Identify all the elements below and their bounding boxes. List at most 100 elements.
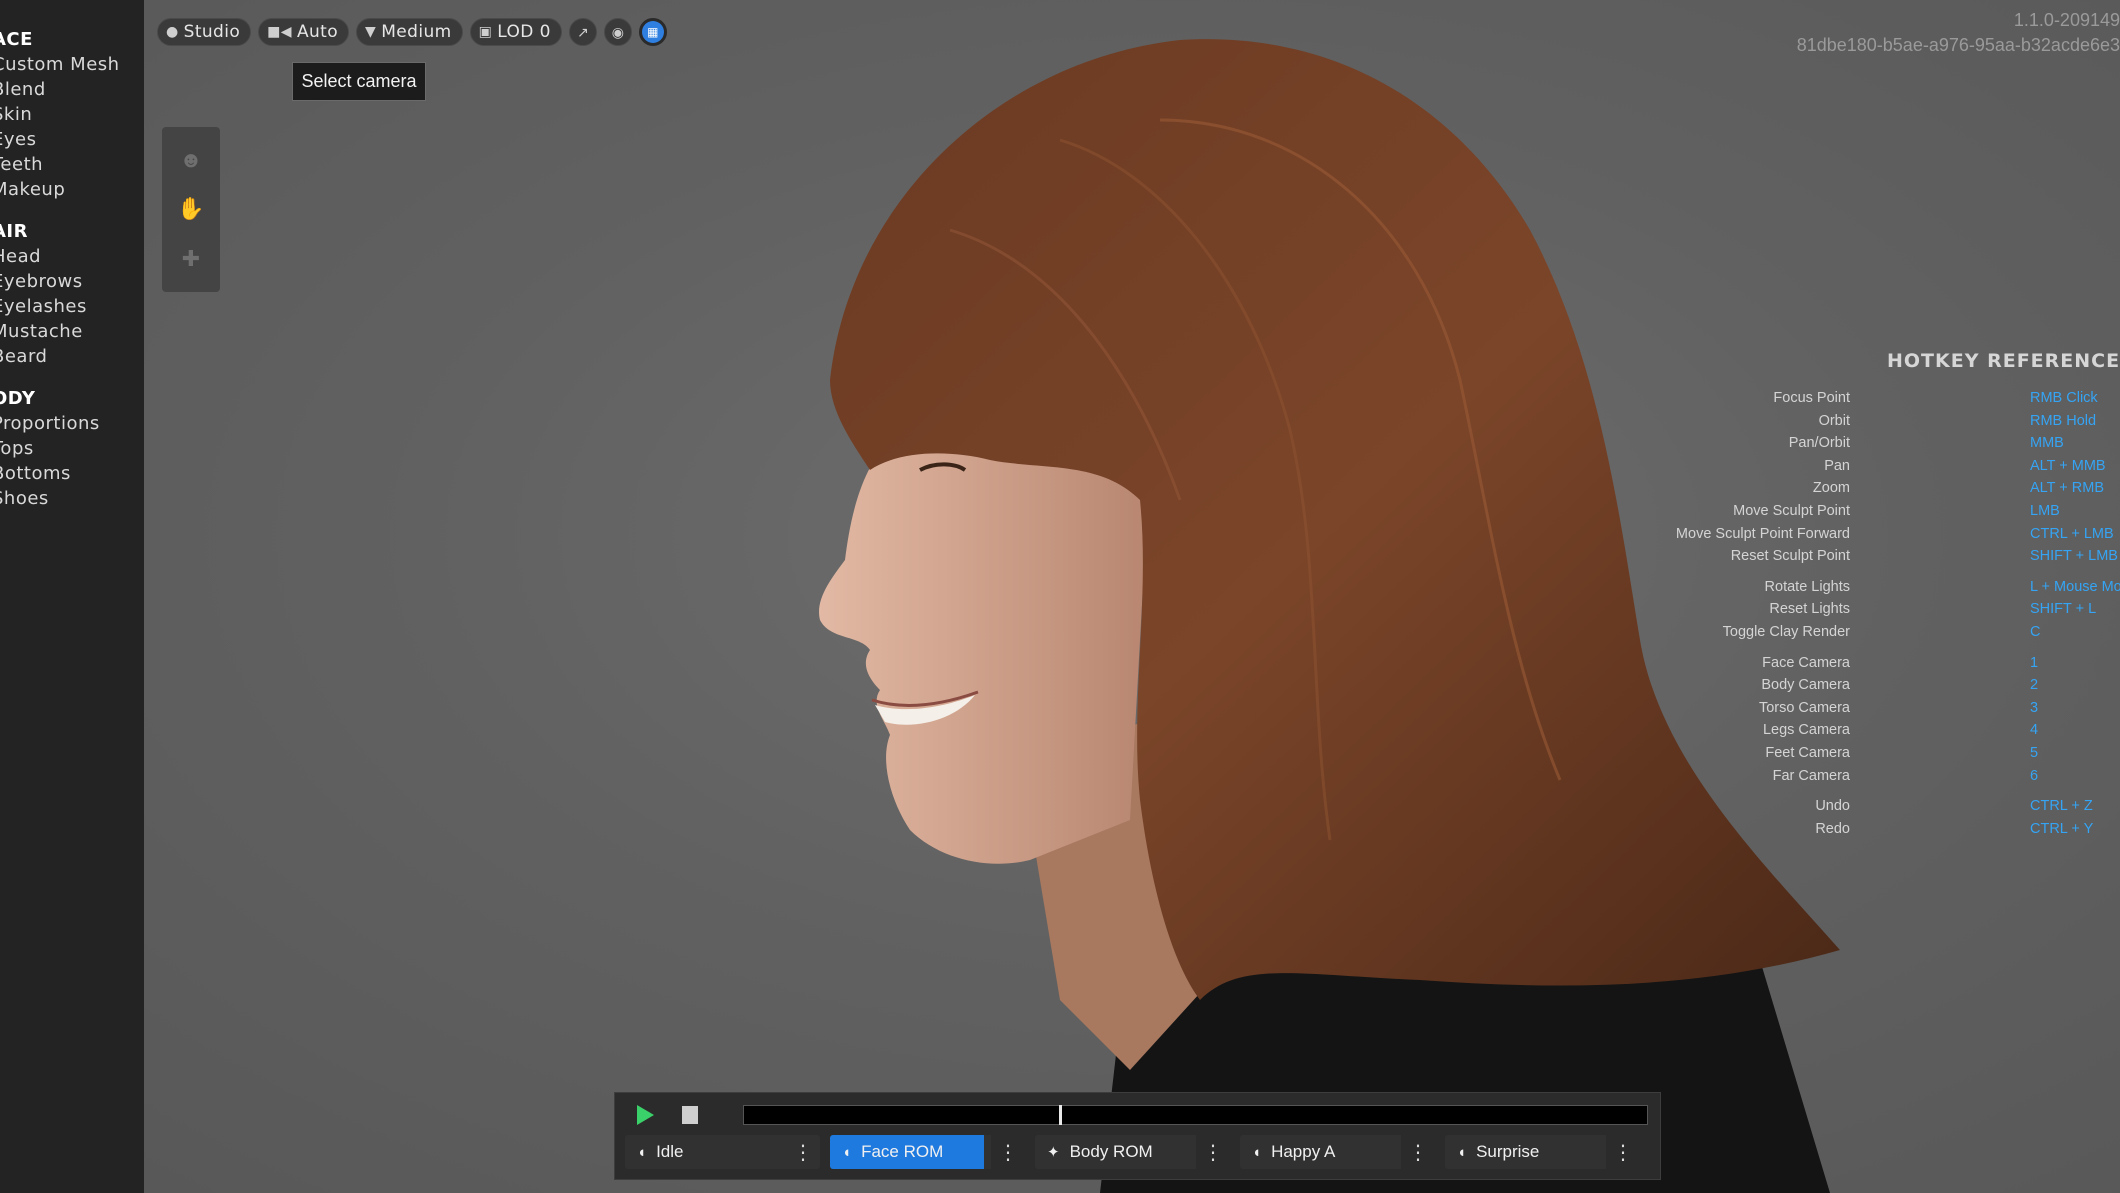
sidebar-item-head[interactable]: Head xyxy=(0,244,144,269)
link-icon: ↗ xyxy=(576,23,589,40)
gizmo-tool-panel: ☻ ✋ ✚ xyxy=(162,127,220,292)
sidebar-section-body: ODY Proportions Tops Bottoms Shoes xyxy=(0,386,144,511)
build-id: 81dbe180-b5ae-a976-95aa-b32acde6e3 xyxy=(1796,35,2120,55)
sidebar-item-teeth[interactable]: Teeth xyxy=(0,152,144,177)
character-viewport[interactable] xyxy=(0,0,2120,1193)
timeline-scrubber[interactable] xyxy=(743,1105,1648,1125)
anim-surprise[interactable]: ◖ Surprise ⋮ xyxy=(1445,1135,1640,1169)
hotkey-title: HOTKEY REFERENCE xyxy=(1887,350,2120,372)
anim-happy-a-menu-button[interactable]: ⋮ xyxy=(1401,1135,1435,1169)
anim-surprise-body: ◖ Surprise xyxy=(1445,1135,1599,1169)
animation-list: ◖ Idle ⋮ ◖ Face ROM ⋮ ✦ Body ROM ⋮ ◖ Hap… xyxy=(625,1135,1640,1169)
hotkey-action: Pan/Orbit xyxy=(1788,435,1850,452)
move-icon[interactable]: ✚ xyxy=(182,246,200,272)
hotkey-action: Body Camera xyxy=(1761,677,1850,694)
lighting-label: Studio xyxy=(183,22,241,42)
hotkey-action: Toggle Clay Render xyxy=(1722,624,1850,640)
sidebar-section-hair: AIR Head Eyebrows Eyelashes Mustache Bea… xyxy=(0,219,144,369)
face-select-icon[interactable]: ☻ xyxy=(179,147,202,173)
cube-icon: ▣ xyxy=(478,24,493,40)
link-toggle-button[interactable]: ↗ xyxy=(568,18,597,46)
anim-surprise-menu-button[interactable]: ⋮ xyxy=(1606,1135,1640,1169)
hotkey-row: Redo CTRL + Y xyxy=(1815,820,2120,843)
hotkey-action: Torso Camera xyxy=(1758,699,1850,716)
quality-button[interactable]: ▼ Medium xyxy=(356,18,463,46)
animation-player: ◖ Idle ⋮ ◖ Face ROM ⋮ ✦ Body ROM ⋮ ◖ Hap… xyxy=(614,1092,1661,1180)
lod-button[interactable]: ▣ LOD 0 xyxy=(469,18,562,46)
anim-face-rom-body: ◖ Face ROM xyxy=(830,1135,984,1169)
version-info: 1.1.0-209149 81dbe180-b5ae-a976-95aa-b32… xyxy=(1797,8,2120,58)
hotkey-key: 1 xyxy=(2030,654,2039,671)
hotkey-key: 3 xyxy=(2030,699,2039,716)
hotkey-action: Reset Lights xyxy=(1769,601,1850,618)
anim-face-rom-menu-button[interactable]: ⋮ xyxy=(991,1135,1025,1169)
anim-idle-label: Idle xyxy=(656,1142,684,1161)
stop-button[interactable] xyxy=(682,1106,698,1124)
sidebar-item-proportions[interactable]: Proportions xyxy=(0,411,144,436)
hotkey-key: RMB Click xyxy=(2030,390,2098,406)
camera-button[interactable]: ■◀ Auto xyxy=(258,18,350,46)
face-icon: ◖ xyxy=(637,1143,647,1161)
anim-body-rom-label: Body ROM xyxy=(1069,1142,1153,1161)
play-button[interactable] xyxy=(637,1105,654,1125)
anim-body-rom[interactable]: ✦ Body ROM ⋮ xyxy=(1035,1135,1230,1169)
sidebar-item-shoes[interactable]: Shoes xyxy=(0,486,144,511)
hotkey-row: Move Sculpt Point LMB xyxy=(1733,503,2120,525)
sidebar-section-face: ACE Custom Mesh Blend Skin Eyes Teeth Ma… xyxy=(0,27,144,202)
anim-idle-menu-button[interactable]: ⋮ xyxy=(786,1135,820,1169)
hotkey-row: Pan/Orbit MMB xyxy=(1789,435,2120,457)
hotkey-toggle-button[interactable]: ▦ xyxy=(638,18,667,46)
face-icon: ◖ xyxy=(1252,1143,1262,1161)
anim-happy-a[interactable]: ◖ Happy A ⋮ xyxy=(1240,1135,1435,1169)
sidebar-item-eyebrows[interactable]: Eyebrows xyxy=(0,269,144,294)
hotkey-key: SHIFT + L xyxy=(2030,601,2097,618)
sidebar-item-bottoms[interactable]: Bottoms xyxy=(0,461,144,486)
diamond-icon: ▼ xyxy=(365,24,377,40)
clay-toggle-button[interactable]: ◉ xyxy=(603,18,632,46)
hotkey-row: Focus Point RMB Click xyxy=(1773,390,2120,412)
sidebar-item-eyelashes[interactable]: Eyelashes xyxy=(0,294,144,319)
hotkey-row: Move Sculpt Point Forward CTRL + LMB xyxy=(1676,526,2120,548)
hotkey-action: Move Sculpt Point xyxy=(1733,503,1850,519)
hotkey-key: C xyxy=(2030,624,2041,640)
sphere-icon: ◉ xyxy=(611,23,624,40)
character-render xyxy=(819,39,1840,1193)
hotkey-row: Body Camera 2 xyxy=(1761,677,2120,699)
anim-face-rom[interactable]: ◖ Face ROM ⋮ xyxy=(830,1135,1025,1169)
keyboard-icon: ▦ xyxy=(641,21,664,43)
hand-icon[interactable]: ✋ xyxy=(177,196,204,222)
hotkey-row: Pan ALT + MMB xyxy=(1824,458,2120,480)
sidebar-item-skin[interactable]: Skin xyxy=(0,102,144,127)
anim-idle[interactable]: ◖ Idle ⋮ xyxy=(625,1135,820,1169)
camera-tooltip: Select camera xyxy=(292,62,426,101)
sidebar-item-tops[interactable]: Tops xyxy=(0,436,144,461)
sidebar-item-eyes[interactable]: Eyes xyxy=(0,127,144,152)
hotkey-row: Reset Sculpt Point SHIFT + LMB xyxy=(1731,548,2120,570)
sidebar-item-beard[interactable]: Beard xyxy=(0,344,144,369)
anim-happy-a-body: ◖ Happy A xyxy=(1240,1135,1394,1169)
body-icon: ✦ xyxy=(1047,1144,1060,1161)
quality-label: Medium xyxy=(381,22,452,42)
sidebar-item-mustache[interactable]: Mustache xyxy=(0,319,144,344)
lighting-button[interactable]: ● Studio xyxy=(157,18,252,46)
sidebar-item-custom-mesh[interactable]: Custom Mesh xyxy=(0,52,144,77)
hotkey-action: Pan xyxy=(1824,457,1850,474)
hotkey-row: Legs Camera 4 xyxy=(1763,722,2120,744)
anim-surprise-label: Surprise xyxy=(1476,1142,1540,1161)
hotkey-key: LMB xyxy=(2030,503,2060,519)
hotkey-action: Feet Camera xyxy=(1765,745,1850,761)
hotkey-key: CTRL + Y xyxy=(2030,820,2094,837)
sidebar-item-makeup[interactable]: Makeup xyxy=(0,177,144,202)
hotkey-row: Zoom ALT + RMB xyxy=(1813,480,2120,502)
anim-body-rom-menu-button[interactable]: ⋮ xyxy=(1196,1135,1230,1169)
hotkey-action: Far Camera xyxy=(1772,767,1850,784)
playhead-marker[interactable] xyxy=(1059,1105,1062,1125)
hotkey-action: Orbit xyxy=(1818,412,1850,429)
anim-body-rom-body: ✦ Body ROM xyxy=(1035,1135,1189,1169)
hotkey-action: Zoom xyxy=(1812,480,1850,497)
face-icon: ◖ xyxy=(842,1143,852,1161)
anim-idle-body: ◖ Idle xyxy=(625,1135,785,1169)
sidebar-item-blend[interactable]: Blend xyxy=(0,77,144,102)
category-sidebar: ACE Custom Mesh Blend Skin Eyes Teeth Ma… xyxy=(0,0,144,1193)
hotkey-row: Torso Camera 3 xyxy=(1759,699,2120,722)
